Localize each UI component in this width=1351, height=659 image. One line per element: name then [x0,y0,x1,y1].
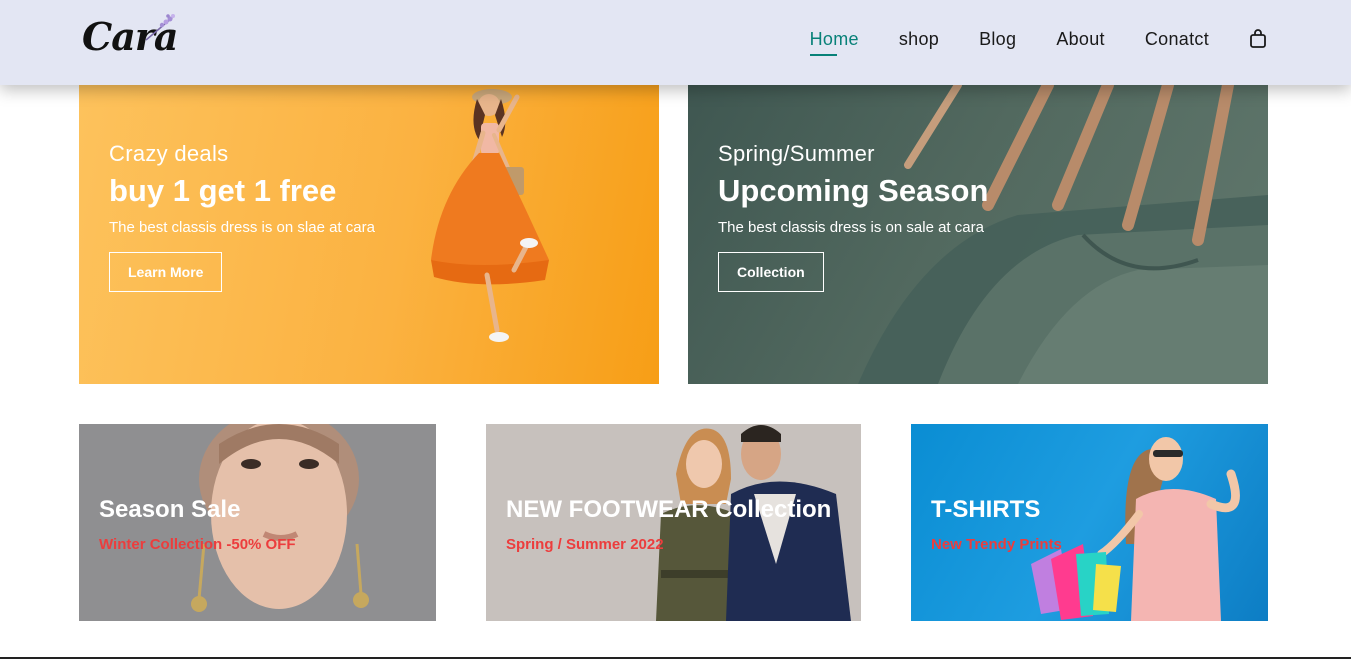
shopping-bag-icon [1250,29,1266,48]
banner-title: Upcoming Season [718,173,989,208]
banner-kicker: Spring/Summer [718,141,875,166]
banner-kicker: Crazy deals [109,141,229,166]
nav-blog[interactable]: Blog [979,29,1016,49]
learn-more-button[interactable]: Learn More [109,252,223,292]
lavender-icon [145,14,175,41]
nav-shop[interactable]: shop [899,29,939,49]
banner-season-sale[interactable]: Season Sale Winter Collection -50% OFF [79,424,436,621]
banner-subtitle: The best classis dress is on slae at car… [109,219,375,236]
site-header: Cara Home shop Blog About Conatct [0,0,1351,85]
collection-button[interactable]: Collection [718,252,824,292]
banner-title: T-SHIRTS [931,496,1041,523]
main-nav: Home shop Blog About Conatct [770,28,1267,50]
nav-contact[interactable]: Conatct [1145,29,1209,49]
nav-about[interactable]: About [1056,29,1105,49]
cart-link[interactable] [1249,28,1267,50]
banner-subtitle: Spring / Summer 2022 [506,536,664,553]
logo[interactable]: Cara [82,14,192,64]
nav-home[interactable]: Home [810,29,859,49]
banner-upcoming-season: Spring/Summer Upcoming Season The best c… [688,85,1268,384]
banner-subtitle: New Trendy Prints [931,536,1062,553]
banner-new-footwear[interactable]: NEW FOOTWEAR Collection Spring / Summer … [486,424,861,621]
banner-title: buy 1 get 1 free [109,173,337,208]
banner-t-shirts[interactable]: T-SHIRTS New Trendy Prints [911,424,1268,621]
banner-subtitle: The best classis dress is on sale at car… [718,219,984,236]
banner-title: NEW FOOTWEAR Collection [506,496,832,523]
banner-crazy-deals: Crazy deals buy 1 get 1 free The best cl… [79,85,659,384]
banner-subtitle: Winter Collection -50% OFF [99,536,296,553]
woman-orange-dress-image [431,89,549,342]
banner-title: Season Sale [99,496,241,523]
